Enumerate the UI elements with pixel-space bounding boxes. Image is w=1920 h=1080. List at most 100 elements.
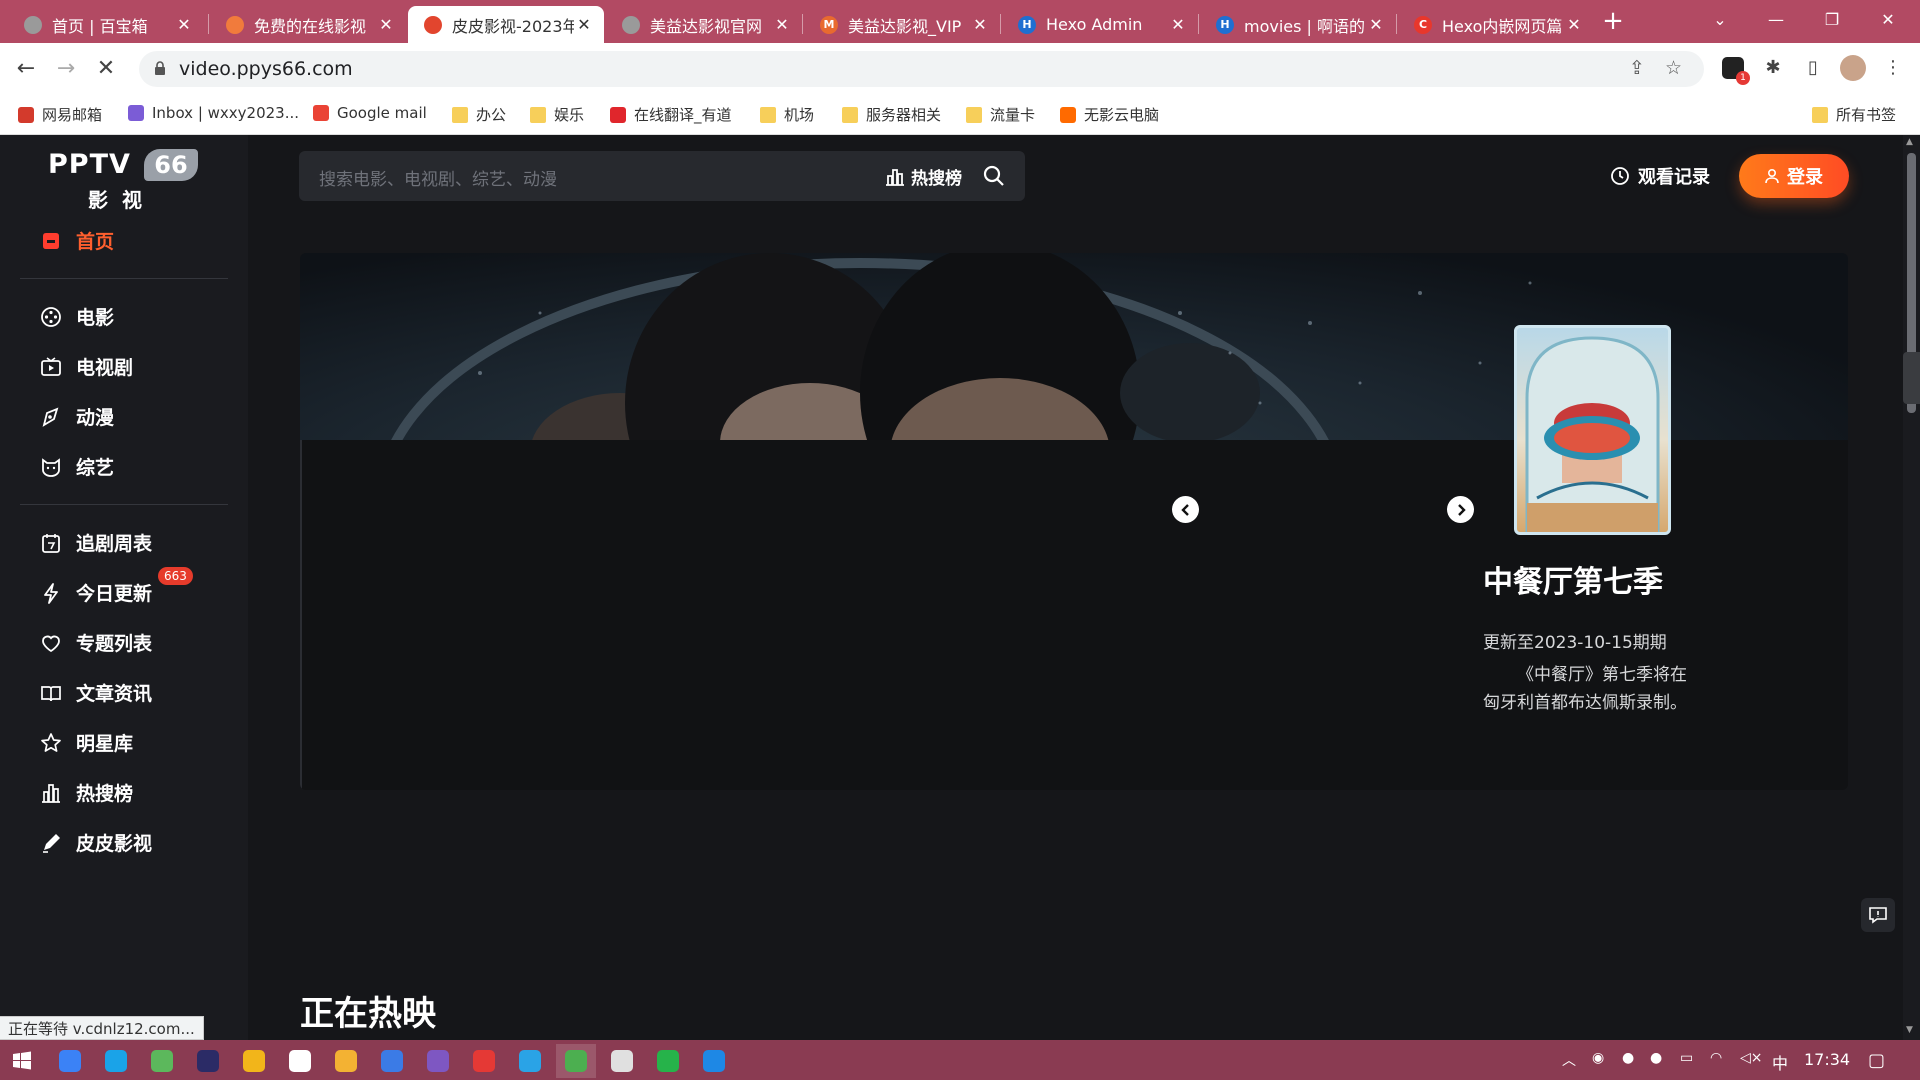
browser-tab[interactable]: 美益达影视官网 ✕: [606, 6, 802, 43]
stop-loading-icon[interactable]: ✕: [90, 53, 122, 85]
menu-kebab-icon[interactable]: ⋮: [1878, 53, 1908, 83]
hot-search-link[interactable]: 热搜榜: [885, 164, 962, 189]
close-tab-icon[interactable]: ✕: [970, 15, 990, 34]
nav-item-book[interactable]: 文章资讯: [40, 679, 152, 706]
nav-item-tv[interactable]: 电视剧: [40, 353, 133, 380]
close-tab-icon[interactable]: ✕: [574, 15, 594, 34]
volume-icon[interactable]: ◁×: [1740, 1050, 1763, 1066]
browser-tab[interactable]: 免费的在线影视 ✕: [210, 6, 406, 43]
login-button[interactable]: 登录: [1739, 154, 1849, 198]
tray-app-icon[interactable]: ●: [1622, 1050, 1634, 1066]
site-logo[interactable]: PPTV 66 影视: [48, 149, 198, 212]
close-tab-icon[interactable]: ✕: [1168, 15, 1188, 34]
nav-item-chart[interactable]: 热搜榜: [40, 779, 133, 806]
browser-tab[interactable]: 皮皮影视-2023年 ✕: [408, 6, 604, 43]
address-bar[interactable]: video.ppys66.com ⇪ ☆: [139, 51, 1704, 87]
share-icon[interactable]: ⇪: [1629, 57, 1645, 79]
tray-chevron-icon[interactable]: ︿: [1562, 1050, 1576, 1070]
close-tab-icon[interactable]: ✕: [772, 15, 792, 34]
browser-tab[interactable]: M 美益达影视_VIP ✕: [804, 6, 1000, 43]
windows-start-icon[interactable]: [2, 1044, 42, 1078]
nav-item-lightning[interactable]: 今日更新: [40, 579, 152, 606]
taskbar-app-icon[interactable]: [648, 1044, 688, 1078]
wechat-tray-icon[interactable]: ●: [1650, 1050, 1662, 1066]
url-text[interactable]: video.ppys66.com: [179, 58, 353, 80]
carousel-next-button[interactable]: [1447, 496, 1474, 523]
notification-icon[interactable]: ▢: [1868, 1050, 1885, 1071]
taskbar-app-icon[interactable]: [602, 1044, 642, 1078]
bookmark-item[interactable]: 娱乐: [530, 104, 584, 125]
nav-item-variety[interactable]: 综艺: [40, 453, 114, 480]
minimize-button[interactable]: —: [1752, 0, 1800, 43]
taskbar-app-icon[interactable]: [694, 1044, 734, 1078]
featured-poster[interactable]: [1514, 325, 1671, 535]
close-tab-icon[interactable]: ✕: [1366, 15, 1386, 34]
taskbar-app-icon[interactable]: [50, 1044, 90, 1078]
nav-home[interactable]: 首页: [40, 227, 114, 254]
close-tab-icon[interactable]: ✕: [1564, 15, 1584, 34]
watch-history-link[interactable]: 观看记录: [1610, 163, 1710, 189]
search-box[interactable]: 搜索电影、电视剧、综艺、动漫 热搜榜: [299, 151, 1025, 201]
side-panel-icon[interactable]: ▯: [1798, 53, 1828, 83]
app-icon: [59, 1050, 81, 1072]
nav-item-calendar[interactable]: 追剧周表: [40, 529, 152, 556]
browser-tab[interactable]: H Hexo Admin ✕: [1002, 6, 1198, 43]
bookmark-item[interactable]: 网易邮箱: [18, 104, 102, 125]
page-scrollbar[interactable]: ▲ ▼: [1903, 135, 1920, 1040]
battery-icon[interactable]: ▭: [1680, 1050, 1693, 1066]
side-handle[interactable]: [1903, 352, 1920, 404]
search-input[interactable]: 搜索电影、电视剧、综艺、动漫: [319, 165, 557, 190]
browser-tab[interactable]: Hmovies | 啊语的 ✕: [1200, 6, 1396, 43]
taskbar-app-icon[interactable]: [280, 1044, 320, 1078]
bookmark-star-icon[interactable]: ☆: [1665, 57, 1682, 79]
bookmark-item[interactable]: 服务器相关: [842, 104, 941, 125]
bookmark-item[interactable]: 无影云电脑: [1060, 104, 1159, 125]
tab-search-icon[interactable]: ⌄: [1696, 0, 1744, 43]
bookmark-item[interactable]: Google mail: [313, 104, 427, 122]
forward-icon[interactable]: →: [50, 53, 82, 85]
extension-badge-icon[interactable]: 1: [1718, 53, 1750, 85]
taskbar-app-icon[interactable]: [326, 1044, 366, 1078]
search-icon[interactable]: [982, 164, 1006, 188]
scroll-up-icon[interactable]: ▲: [1906, 137, 1913, 147]
close-tab-icon[interactable]: ✕: [376, 15, 396, 34]
nav-item-heart[interactable]: 专题列表: [40, 629, 152, 656]
back-icon[interactable]: ←: [10, 53, 42, 85]
taskbar-app-icon[interactable]: [464, 1044, 504, 1078]
scroll-down-icon[interactable]: ▼: [1906, 1025, 1913, 1035]
all-bookmarks[interactable]: 所有书签: [1812, 104, 1896, 125]
feedback-button[interactable]: [1861, 898, 1895, 932]
nav-item-anime[interactable]: 动漫: [40, 403, 114, 430]
nav-item-star[interactable]: 明星库: [40, 729, 133, 756]
taskbar-app-icon[interactable]: [510, 1044, 550, 1078]
taskbar-app-icon[interactable]: [96, 1044, 136, 1078]
browser-tab[interactable]: C Hexo内嵌网页篇 ✕: [1398, 6, 1594, 43]
tray-app-icon[interactable]: ◉: [1592, 1050, 1604, 1066]
nav-item-pencil[interactable]: 皮皮影视: [40, 829, 152, 856]
new-tab-button[interactable]: +: [1598, 6, 1628, 36]
ime-indicator[interactable]: 中: [1772, 1050, 1788, 1074]
extensions-icon[interactable]: ✱: [1758, 53, 1788, 83]
taskbar-app-icon[interactable]: [556, 1044, 596, 1078]
carousel-prev-button[interactable]: [1172, 496, 1199, 523]
bookmark-item[interactable]: 机场: [760, 104, 814, 125]
taskbar-app-icon[interactable]: [234, 1044, 274, 1078]
restore-button[interactable]: ❐: [1808, 0, 1856, 43]
taskbar-app-icon[interactable]: [418, 1044, 458, 1078]
featured-title[interactable]: 中餐厅第七季: [1483, 557, 1663, 601]
close-tab-icon[interactable]: ✕: [174, 15, 194, 34]
taskbar-app-icon[interactable]: [372, 1044, 412, 1078]
close-window-button[interactable]: ✕: [1864, 0, 1912, 43]
profile-avatar[interactable]: [1838, 53, 1868, 83]
nav-item-film[interactable]: 电影: [40, 303, 114, 330]
bookmark-item[interactable]: Inbox | wxxy2023...: [128, 104, 299, 122]
bookmark-item[interactable]: 流量卡: [966, 104, 1035, 125]
clock[interactable]: 17:34: [1804, 1050, 1850, 1069]
taskbar-app-icon[interactable]: [188, 1044, 228, 1078]
lock-icon[interactable]: [154, 61, 166, 75]
browser-tab[interactable]: 首页 | 百宝箱 ✕: [8, 6, 204, 43]
bookmark-item[interactable]: 办公: [452, 104, 506, 125]
wifi-icon[interactable]: ◠: [1710, 1050, 1722, 1066]
taskbar-app-icon[interactable]: [142, 1044, 182, 1078]
bookmark-item[interactable]: 在线翻译_有道: [610, 104, 732, 125]
